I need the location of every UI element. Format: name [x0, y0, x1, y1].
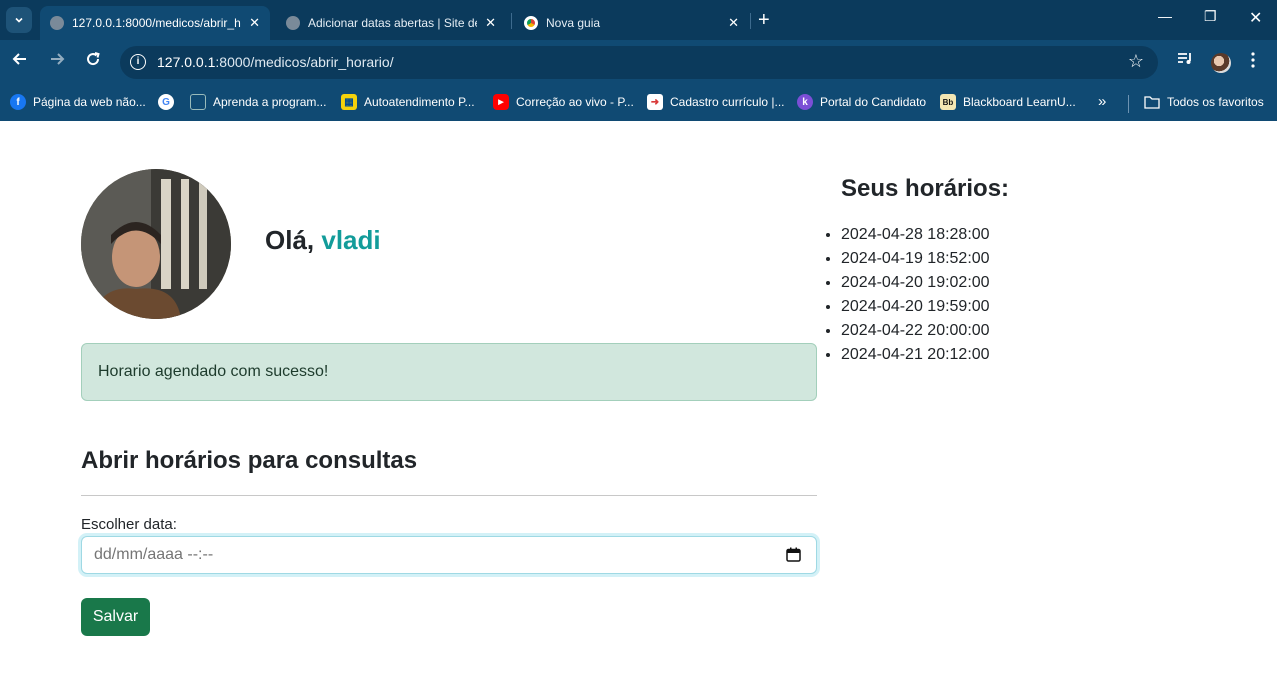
- greeting-heading: Olá, vladi: [265, 225, 381, 256]
- bookmark-label: Portal do Candidato: [820, 95, 927, 109]
- calendar-icon[interactable]: [786, 547, 801, 562]
- schedule-item: 2024-04-28 18:28:00: [841, 225, 990, 249]
- tab-active[interactable]: 127.0.0.1:8000/medicos/abrir_h ✕: [40, 6, 270, 40]
- bookmark-label: Aprenda a program...: [213, 95, 327, 109]
- back-arrow-icon[interactable]: [12, 51, 28, 72]
- close-tab-icon[interactable]: ✕: [249, 15, 260, 31]
- section-title: Abrir horários para consultas: [81, 447, 418, 474]
- tab-search-button[interactable]: [6, 7, 32, 33]
- close-window-icon[interactable]: ✕: [1249, 8, 1262, 28]
- bookmark-item[interactable]: ▶ Correção ao vivo - P...: [493, 94, 634, 110]
- tab-divider: [511, 13, 512, 29]
- tab-nova-guia[interactable]: Nova guia ✕: [514, 6, 749, 40]
- section-divider: [81, 495, 817, 496]
- schedule-item: 2024-04-21 20:12:00: [841, 345, 990, 369]
- schedule-list: 2024-04-28 18:28:00 2024-04-19 18:52:00 …: [841, 225, 990, 369]
- address-bar[interactable]: i 127.0.0.1:8000/medicos/abrir_horario/ …: [120, 46, 1158, 79]
- doctor-profile-photo: [81, 169, 231, 319]
- bookmarks-bar: f Página da web não... G Aprenda a progr…: [0, 85, 1277, 121]
- bookmark-item[interactable]: ➜ Cadastro currículo |...: [647, 94, 785, 110]
- blackboard-icon: Bb: [940, 94, 956, 110]
- user-name: vladi: [321, 225, 381, 255]
- close-tab-icon[interactable]: ✕: [728, 15, 739, 31]
- success-alert: Horario agendado com sucesso!: [81, 343, 817, 401]
- tab-divider: [750, 13, 751, 29]
- bank-icon: ▦: [341, 94, 357, 110]
- alert-message: Horario agendado com sucesso!: [98, 363, 329, 380]
- document-icon: [190, 94, 206, 110]
- tab-adicionar-datas[interactable]: Adicionar datas abertas | Site de ✕: [276, 6, 506, 40]
- globe-icon: [50, 16, 64, 30]
- bookmark-item[interactable]: k Portal do Candidato: [797, 94, 926, 110]
- browser-toolbar: i 127.0.0.1:8000/medicos/abrir_horario/ …: [0, 40, 1277, 85]
- portal-icon: k: [797, 94, 813, 110]
- url-text: 127.0.0.1:8000/medicos/abrir_horario/: [157, 54, 394, 70]
- bookmark-label: Cadastro currículo |...: [670, 95, 785, 109]
- tab-title: Adicionar datas abertas | Site de: [308, 16, 478, 30]
- new-tab-button[interactable]: +: [758, 9, 770, 31]
- schedules-heading: Seus horários:: [841, 175, 1010, 202]
- media-controls-icon[interactable]: [1177, 52, 1193, 70]
- google-icon: G: [158, 94, 174, 110]
- date-field-label: Escolher data:: [81, 516, 177, 533]
- page-content: Olá, vladi Horario agendado com sucesso!…: [0, 121, 1277, 678]
- minimize-icon[interactable]: —: [1158, 8, 1172, 24]
- form-icon: ➜: [647, 94, 663, 110]
- bookmark-item[interactable]: G: [158, 94, 181, 110]
- menu-kebab-icon[interactable]: [1251, 52, 1255, 72]
- reload-icon[interactable]: [85, 51, 101, 72]
- bookmark-label: Blackboard LearnU...: [963, 95, 1076, 109]
- bookmark-star-icon[interactable]: ☆: [1128, 51, 1144, 72]
- chrome-icon: [524, 16, 538, 30]
- schedule-item: 2024-04-20 19:59:00: [841, 297, 990, 321]
- greeting-text: Olá,: [265, 225, 315, 255]
- all-bookmarks-folder[interactable]: Todos os favoritos: [1144, 94, 1264, 110]
- chevron-down-icon: [15, 17, 23, 23]
- bookmark-label: Página da web não...: [33, 95, 146, 109]
- datetime-input[interactable]: [81, 536, 817, 574]
- bookmark-label: Todos os favoritos: [1167, 95, 1264, 109]
- close-tab-icon[interactable]: ✕: [485, 15, 496, 31]
- restore-icon[interactable]: ❐: [1204, 8, 1217, 25]
- tab-strip: 127.0.0.1:8000/medicos/abrir_h ✕ Adicion…: [0, 0, 1277, 40]
- profile-avatar[interactable]: [1211, 53, 1231, 73]
- tab-title: 127.0.0.1:8000/medicos/abrir_h: [72, 16, 241, 30]
- bookmark-label: Autoatendimento P...: [364, 95, 475, 109]
- tab-title: Nova guia: [546, 16, 601, 30]
- bookmark-item[interactable]: ▦ Autoatendimento P...: [341, 94, 475, 110]
- schedule-item: 2024-04-20 19:02:00: [841, 273, 990, 297]
- bookmark-item[interactable]: Aprenda a program...: [190, 94, 326, 110]
- info-icon[interactable]: i: [130, 54, 146, 70]
- bookmark-label: Correção ao vivo - P...: [516, 95, 634, 109]
- bookmark-item[interactable]: Bb Blackboard LearnU...: [940, 94, 1076, 110]
- forward-arrow-icon[interactable]: [49, 51, 65, 72]
- folder-icon: [1144, 94, 1160, 110]
- facebook-icon: f: [10, 94, 26, 110]
- more-bookmarks-icon[interactable]: »: [1098, 93, 1106, 110]
- bookmark-item[interactable]: f Página da web não...: [10, 94, 146, 110]
- schedule-item: 2024-04-19 18:52:00: [841, 249, 990, 273]
- youtube-icon: ▶: [493, 94, 509, 110]
- bookmarks-divider: [1128, 95, 1129, 113]
- schedule-item: 2024-04-22 20:00:00: [841, 321, 990, 345]
- save-button[interactable]: Salvar: [81, 598, 150, 636]
- globe-icon: [286, 16, 300, 30]
